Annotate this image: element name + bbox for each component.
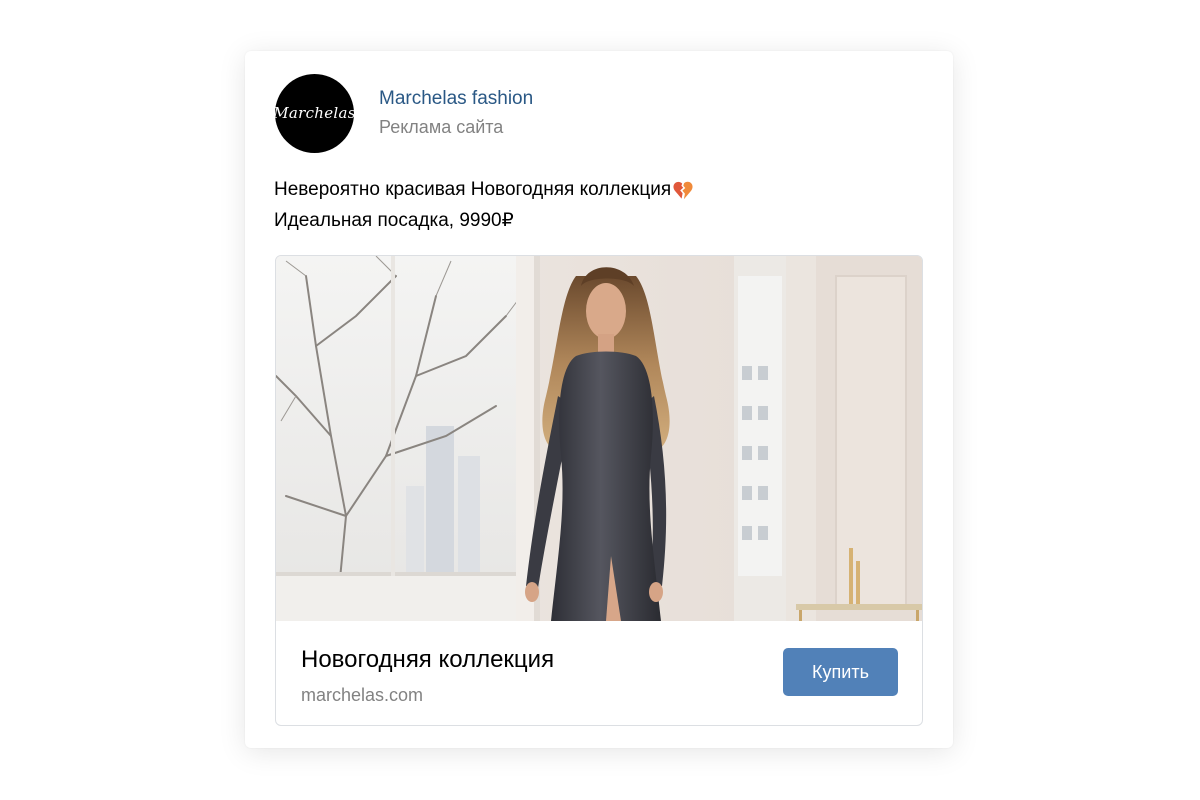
avatar[interactable]: Marchelas bbox=[275, 73, 354, 153]
product-photo[interactable] bbox=[276, 256, 922, 621]
post-text: Невероятно красивая Новогодняя коллекция… bbox=[274, 174, 694, 236]
post-text-line-1: Невероятно красивая Новогодняя коллекция bbox=[274, 179, 672, 200]
author-name-link[interactable]: Marchelas fashion bbox=[379, 88, 533, 110]
post-header: Marchelas Marchelas fashion Реклама сайт… bbox=[275, 73, 533, 153]
page-background: Marchelas Marchelas fashion Реклама сайт… bbox=[0, 0, 1200, 800]
post-text-line-2: Идеальная посадка, 9990₽ bbox=[274, 210, 514, 231]
post-text-line: Идеальная посадка, 9990₽ bbox=[274, 205, 694, 236]
author-block: Marchelas fashion Реклама сайта bbox=[379, 88, 533, 138]
buy-button[interactable]: Купить bbox=[783, 648, 898, 696]
ad-label: Реклама сайта bbox=[379, 117, 504, 137]
snippet-title[interactable]: Новогодняя коллекция bbox=[301, 645, 554, 675]
broken-heart-icon bbox=[672, 180, 694, 200]
snippet-domain[interactable]: marchelas.com bbox=[301, 684, 423, 706]
link-snippet[interactable]: Новогодняя коллекция marchelas.com Купит… bbox=[275, 255, 923, 726]
post-text-line: Невероятно красивая Новогодняя коллекция bbox=[274, 174, 694, 205]
ad-post-card: Marchelas Marchelas fashion Реклама сайт… bbox=[245, 51, 953, 748]
avatar-logo-text: Marchelas bbox=[275, 104, 354, 122]
snippet-footer: Новогодняя коллекция marchelas.com Купит… bbox=[276, 621, 922, 725]
